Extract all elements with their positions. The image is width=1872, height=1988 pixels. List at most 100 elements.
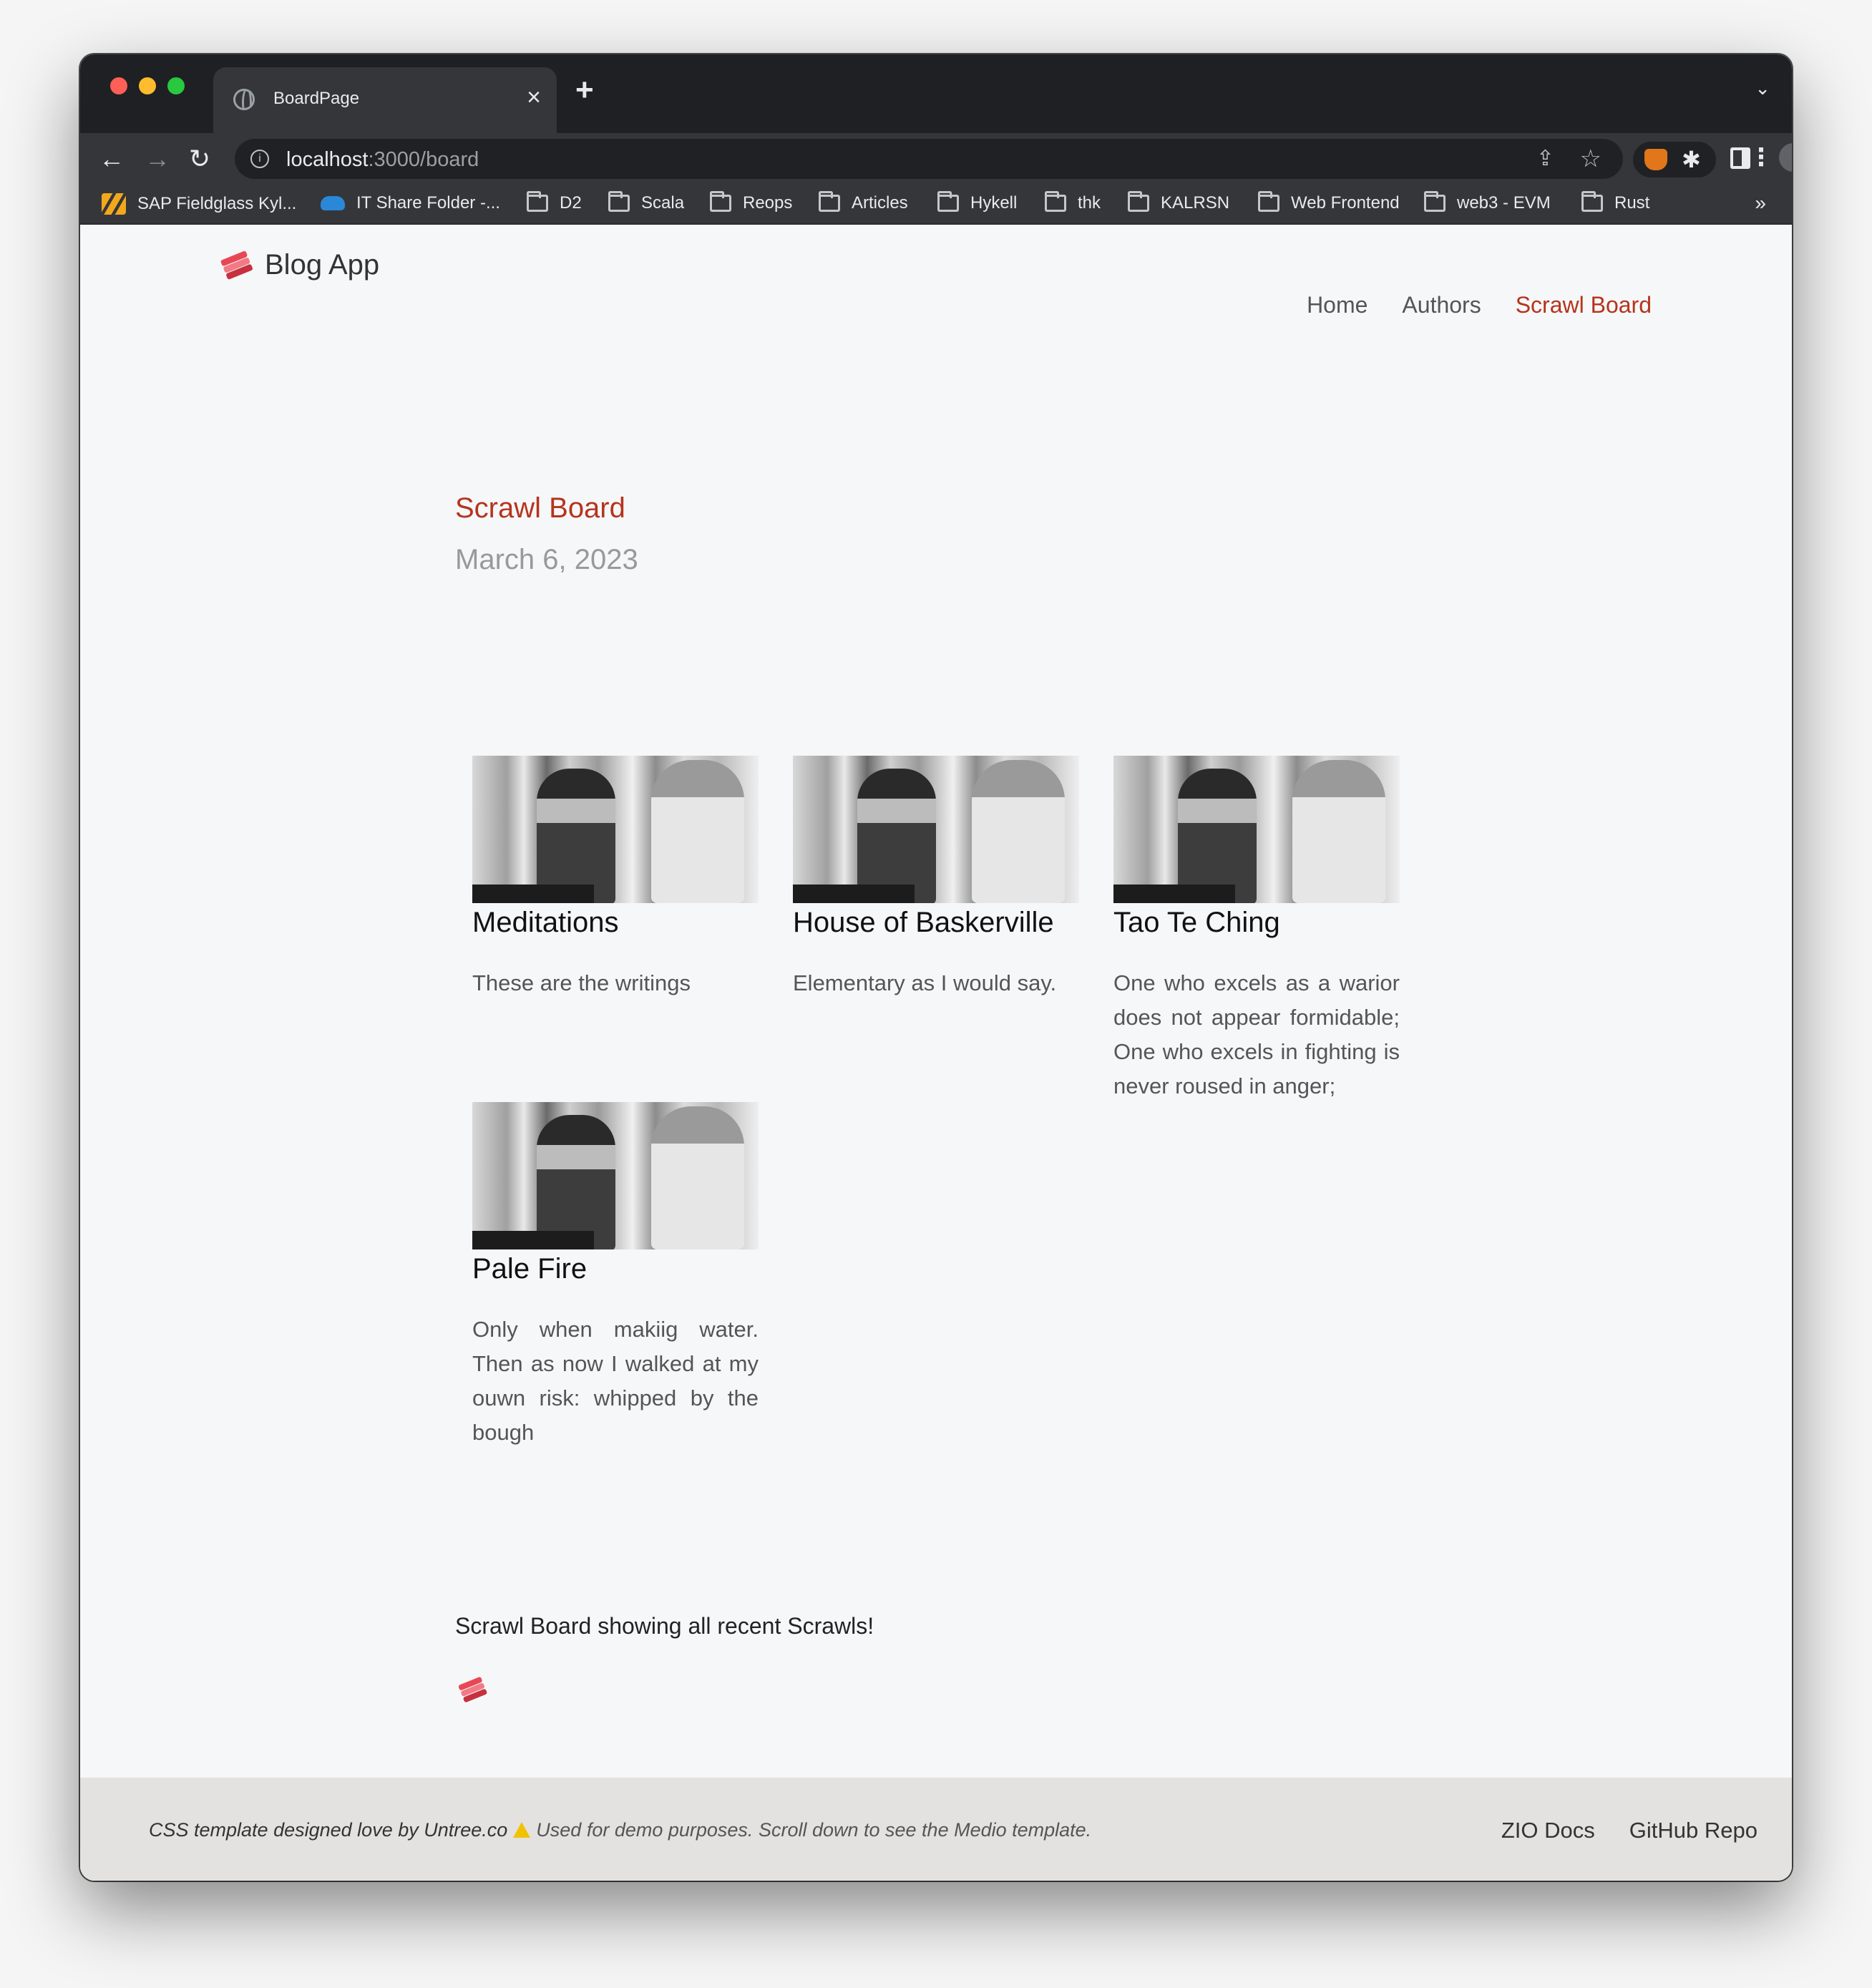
close-window-button[interactable] [110,77,127,94]
logo-text: Blog App [265,249,380,281]
forward-arrow-icon[interactable]: → [145,143,170,175]
scrawl-card[interactable]: House of Baskerville Elementary as I wou… [793,756,1079,1000]
bookmark-folder[interactable]: Rust [1581,191,1650,213]
nav-scrawl-board[interactable]: Scrawl Board [1516,292,1652,318]
bookmark-label: Rust [1614,193,1650,213]
card-text: Only when makiig water. Then as now I wa… [472,1317,759,1445]
bookmarks-more-icon[interactable]: » [1755,192,1766,215]
share-icon[interactable]: ⇪ [1536,146,1554,171]
puzzle-icon[interactable]: ✱ [1682,146,1701,173]
card-image [472,1102,759,1249]
footer-credit-text: CSS template designed love by Untree.co [149,1819,508,1841]
bookmark-folder[interactable]: Hykell [937,191,1018,213]
chevron-down-icon[interactable]: ⌄ [1755,77,1770,99]
reload-icon[interactable]: ↻ [189,143,210,175]
extensions-area: ✱ [1633,142,1716,177]
bookmark-folder[interactable]: Web Frontend [1258,191,1400,213]
page-content: Blog App Home Authors Scrawl Board Scraw… [80,226,1792,1881]
nav-authors[interactable]: Authors [1402,292,1481,318]
bookmark-label: thk [1078,193,1101,213]
card-title: Pale Fire [472,1253,588,1285]
url-text[interactable]: localhost:3000/board [286,148,479,172]
close-tab-icon[interactable]: × [527,83,541,112]
card-title: Tao Te Ching [1113,907,1280,938]
folder-icon [819,191,840,212]
bookmark-folder[interactable]: Reops [710,191,793,213]
card-image [793,756,1079,903]
tab-boardpage[interactable]: BoardPage × [213,67,557,133]
address-bar[interactable]: i localhost:3000/board ⇪ ☆ [235,139,1623,179]
sap-icon [102,193,126,215]
minimize-window-button[interactable] [139,77,156,94]
url-host: localhost [286,148,369,171]
github-repo-link[interactable]: GitHub Repo [1629,1818,1758,1843]
bookmark-folder[interactable]: Articles [819,191,908,213]
nav-home[interactable]: Home [1307,292,1368,318]
folder-icon [1128,191,1149,212]
browser-toolbar: ← → ↻ i localhost:3000/board ⇪ ☆ ✱ ⋮ [80,133,1792,185]
footer-credit: CSS template designed love by Untree.co U… [149,1819,1091,1841]
bookmarks-bar: SAP Fieldglass Kyl... IT Share Folder -.… [80,185,1792,225]
footer-links: ZIO Docs GitHub Repo [1501,1818,1758,1843]
footer-note: Used for demo purposes. Scroll down to s… [536,1819,1092,1841]
books-logo-icon [220,250,253,280]
bookmark-label: Articles [852,193,908,213]
bookmark-label: Scala [641,193,685,213]
card-image [1113,756,1400,903]
info-icon[interactable]: i [250,150,269,168]
page-date: March 6, 2023 [455,544,638,575]
page-footer: CSS template designed love by Untree.co U… [80,1778,1792,1881]
maximize-window-button[interactable] [167,77,185,94]
folder-icon [1581,191,1603,212]
bookmark-label: Hykell [970,193,1018,213]
card-text: Elementary as I would say. [793,970,1057,995]
metamask-fox-icon[interactable] [1644,149,1667,170]
card-title: Meditations [472,907,619,938]
card-title: House of Baskerville [793,907,1054,938]
bookmark-label: Web Frontend [1291,193,1400,213]
bookmark-folder[interactable]: KALRSN [1128,191,1230,213]
bookmark-folder[interactable]: D2 [527,191,582,213]
bookmark-label: IT Share Folder -... [356,193,500,213]
folder-icon [937,191,959,212]
card-text: These are the writings [472,970,691,995]
folder-icon [1045,191,1066,212]
bookmark-item[interactable]: IT Share Folder -... [321,193,500,213]
bookmark-item[interactable]: SAP Fieldglass Kyl... [102,193,296,215]
warning-icon [513,1822,531,1838]
onedrive-icon [321,196,345,210]
page-title: Scrawl Board [455,492,625,524]
folder-icon [1424,191,1446,212]
bookmark-folder[interactable]: Scala [608,191,685,213]
site-logo[interactable]: Blog App [220,249,380,281]
bookmark-folder[interactable]: thk [1045,191,1101,213]
main-nav: Home Authors Scrawl Board [1307,292,1652,318]
card-text: One who excels as a warior does not appe… [1113,970,1400,1098]
back-arrow-icon[interactable]: ← [99,143,125,175]
tab-title: BoardPage [273,89,360,108]
profile-avatar-icon[interactable] [1779,143,1792,172]
scrawl-card[interactable]: Tao Te Ching One who excels as a warior … [1113,756,1400,1103]
folder-icon [527,191,548,212]
bookmark-label: KALRSN [1161,193,1230,213]
bookmark-label: D2 [560,193,582,213]
browser-window: BoardPage × + ⌄ ← → ↻ i localhost:3000/b… [80,54,1792,1881]
url-path: :3000/board [368,148,479,171]
bookmark-folder[interactable]: web3 - EVM [1424,191,1551,213]
scrawl-card[interactable]: Meditations These are the writings [472,756,759,1000]
folder-icon [608,191,630,212]
zio-docs-link[interactable]: ZIO Docs [1501,1818,1595,1843]
bookmark-star-icon[interactable]: ☆ [1580,145,1602,173]
browser-titlebar: BoardPage × + ⌄ [80,54,1792,133]
books-logo-icon [457,1676,488,1705]
side-panel-icon[interactable] [1730,147,1750,169]
card-image [472,756,759,903]
bookmark-label: web3 - EVM [1457,193,1551,213]
bookmark-label: Reops [743,193,793,213]
folder-icon [1258,191,1279,212]
new-tab-icon[interactable]: + [575,74,594,106]
more-menu-icon[interactable]: ⋮ [1749,143,1773,172]
globe-icon [233,89,255,110]
bookmark-label: SAP Fieldglass Kyl... [137,194,297,213]
scrawl-card[interactable]: Pale Fire Only when makiig water. Then a… [472,1102,759,1450]
